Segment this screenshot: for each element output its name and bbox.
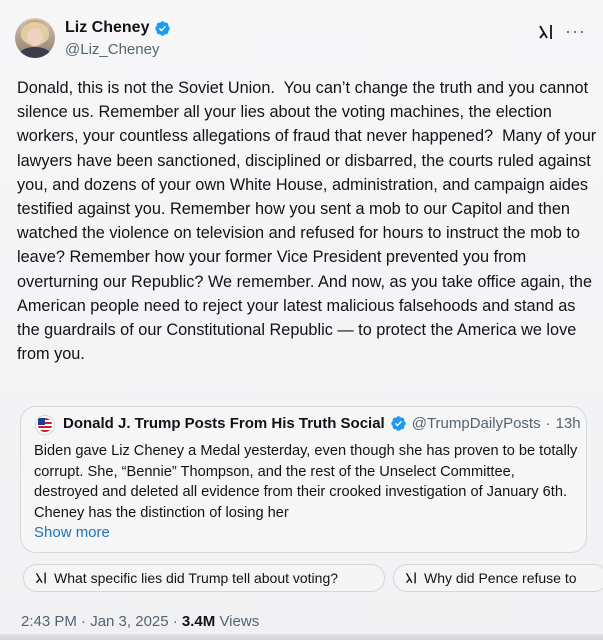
views-label: Views — [215, 613, 260, 630]
avatar-face — [27, 28, 43, 46]
verified-badge-icon — [155, 20, 171, 36]
post-card: Liz Cheney @Liz_Cheney ··· Donald, this … — [0, 0, 603, 640]
author-display-name[interactable]: Liz Cheney — [65, 19, 149, 37]
grok-prompt-chip[interactable]: What specific lies did Trump tell about … — [23, 564, 385, 592]
author-name-row: Liz Cheney — [65, 19, 171, 37]
quoted-author-name: Donald J. Trump Posts From His Truth Soc… — [63, 415, 385, 432]
grok-prompt-chip[interactable]: Why did Pence refuse to — [393, 564, 603, 592]
post-timestamp[interactable]: 2:43 PM · Jan 3, 2025 · — [21, 613, 182, 630]
views-count: 3.4M — [181, 613, 216, 630]
grok-prompt-label: Why did Pence refuse to — [424, 570, 577, 586]
show-more-link[interactable]: Show more — [34, 524, 110, 541]
author-handle[interactable]: @Liz_Cheney — [65, 41, 159, 58]
grok-icon[interactable] — [538, 23, 556, 41]
quoted-author-avatar — [35, 415, 55, 435]
quoted-post-header: Donald J. Trump Posts From His Truth Soc… — [63, 415, 581, 432]
flag-canton — [38, 418, 45, 425]
quoted-post-text: Biden gave Liz Cheney a Medal yesterday,… — [34, 443, 578, 521]
separator-dot: · — [545, 415, 551, 432]
quoted-author-handle: @TrumpDailyPosts — [411, 415, 541, 432]
author-avatar[interactable] — [15, 18, 55, 58]
bottom-divider — [0, 634, 603, 640]
post-text: Donald, this is not the Soviet Union. Yo… — [17, 79, 601, 364]
quoted-post-time: 13h — [555, 415, 581, 432]
avatar-body — [19, 47, 51, 58]
grok-icon — [35, 572, 46, 584]
quoted-post[interactable]: Donald J. Trump Posts From His Truth Soc… — [20, 406, 587, 553]
verified-badge-icon — [390, 416, 406, 431]
grok-prompt-label: What specific lies did Trump tell about … — [54, 570, 339, 586]
more-icon[interactable]: ··· — [565, 22, 586, 40]
post-meta: 2:43 PM · Jan 3, 2025 · 3.4M Views — [21, 613, 259, 630]
grok-icon — [405, 572, 416, 584]
